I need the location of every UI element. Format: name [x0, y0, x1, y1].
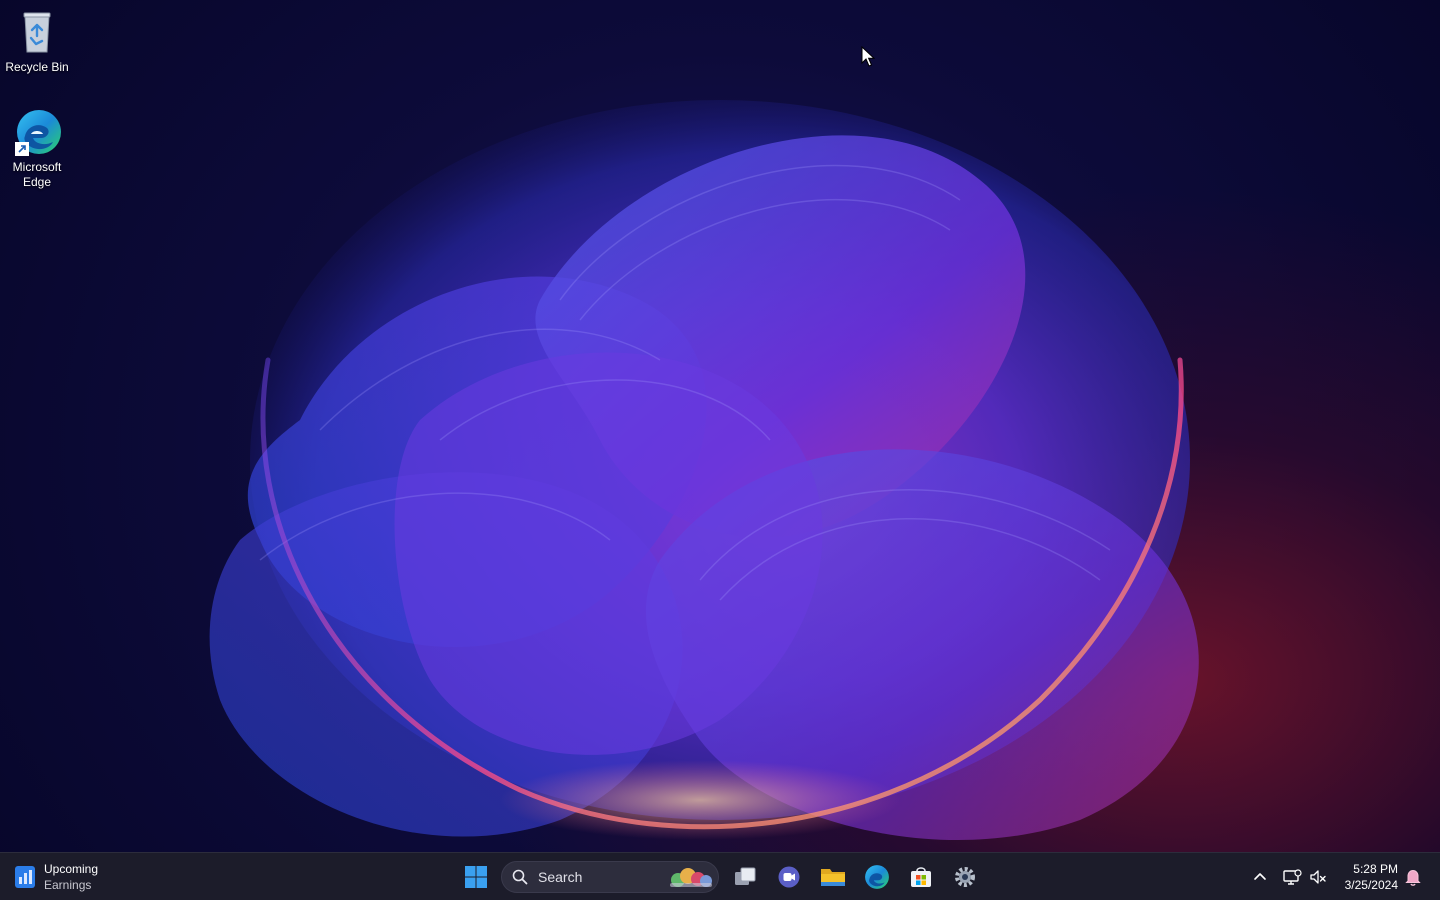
notification-bell-icon[interactable] — [1403, 867, 1423, 887]
desktop-icon-label: Recycle Bin — [5, 60, 69, 74]
recycle-bin-icon — [13, 8, 61, 56]
mouse-cursor-icon — [861, 46, 875, 67]
desktop[interactable]: Recycle Bin Microsoft Edge — [0, 0, 1440, 852]
settings-button[interactable] — [947, 859, 983, 895]
network-icon[interactable] — [1282, 867, 1302, 887]
task-view-button[interactable] — [727, 859, 763, 895]
show-hidden-icons-chevron-up-icon[interactable] — [1250, 867, 1270, 887]
search-placeholder: Search — [538, 869, 583, 885]
shortcut-arrow-icon — [15, 142, 29, 156]
wallpaper-bloom — [209, 100, 1199, 841]
edge-icon — [865, 865, 889, 889]
gear-icon — [955, 867, 975, 887]
taskbar: Upcoming Earnings Search 5:28 PM 3/25/20… — [0, 852, 1440, 900]
start-button[interactable] — [458, 859, 494, 895]
folder-icon — [821, 869, 845, 886]
volume-muted-icon[interactable] — [1308, 867, 1328, 887]
desktop-icon-microsoft-edge[interactable]: Microsoft Edge — [1, 108, 73, 190]
clock-time: 5:28 PM — [1353, 862, 1398, 876]
widgets-button[interactable]: Upcoming Earnings — [14, 857, 134, 897]
taskbar-search-box[interactable]: Search — [501, 861, 719, 893]
windows-logo-icon — [465, 866, 487, 888]
desktop-icon-label: Microsoft Edge — [12, 160, 62, 189]
file-explorer-button[interactable] — [815, 859, 851, 895]
store-icon — [911, 867, 931, 887]
search-icon — [512, 869, 528, 885]
widget-subtitle: Earnings — [44, 878, 92, 892]
stocks-widget-icon — [15, 866, 35, 888]
task-view-icon — [735, 867, 756, 885]
desktop-icon-recycle-bin[interactable]: Recycle Bin — [1, 8, 73, 75]
search-highlight-image-icon — [670, 868, 712, 887]
taskbar-clock[interactable]: 5:28 PM 3/25/2024 — [1336, 861, 1398, 893]
clock-date: 3/25/2024 — [1344, 878, 1398, 892]
microsoft-store-button[interactable] — [903, 859, 939, 895]
edge-icon — [13, 108, 61, 156]
teams-chat-button[interactable] — [771, 859, 807, 895]
widget-title: Upcoming — [44, 862, 99, 876]
edge-taskbar-button[interactable] — [859, 859, 895, 895]
teams-chat-icon — [778, 866, 800, 888]
